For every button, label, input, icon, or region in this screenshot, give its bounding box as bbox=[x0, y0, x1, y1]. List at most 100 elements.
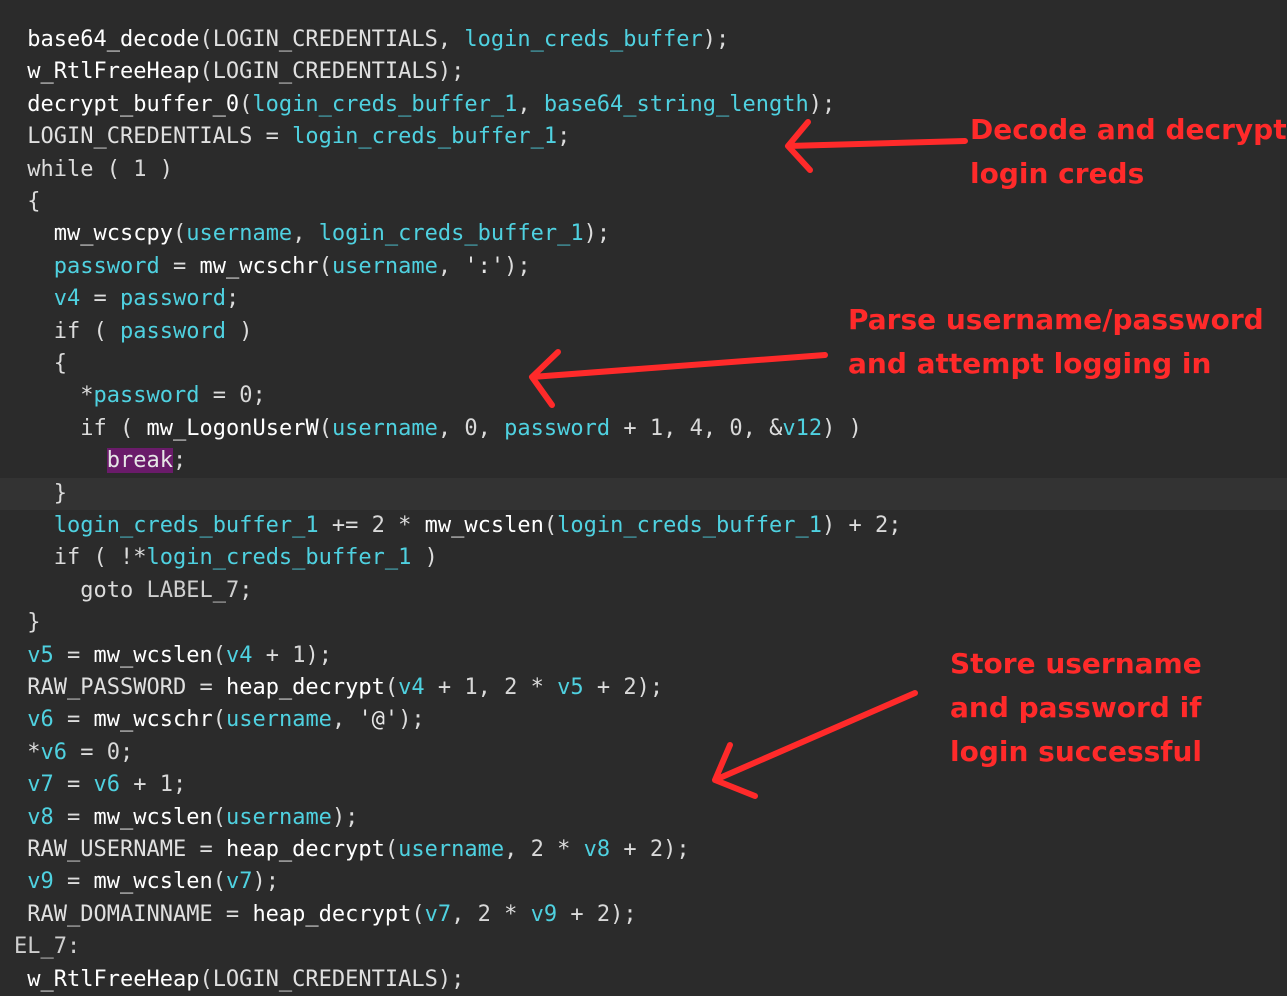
code-line[interactable]: if ( mw_LogonUserW(username, 0, password… bbox=[0, 413, 1287, 445]
code-token: login_creds_buffer_1 bbox=[557, 513, 823, 538]
code-token: } bbox=[27, 610, 41, 636]
code-text: goto LABEL_7; bbox=[80, 575, 252, 607]
code-text: v7 = v6 + 1; bbox=[27, 769, 186, 801]
code-token: += bbox=[318, 513, 372, 538]
code-token: ); bbox=[583, 221, 611, 247]
code-token: if bbox=[53, 318, 81, 344]
code-token: ( bbox=[411, 901, 425, 927]
code-token: ); bbox=[702, 27, 730, 52]
code-token: '@' bbox=[358, 707, 399, 733]
code-line[interactable]: break; bbox=[0, 445, 1287, 477]
code-token: 1 bbox=[133, 156, 147, 182]
code-line[interactable]: *v6 = 0; bbox=[0, 737, 1287, 769]
code-line[interactable]: v9 = mw_wcslen(v7); bbox=[0, 866, 1287, 898]
code-line[interactable]: RAW_USERNAME = heap_decrypt(username, 2 … bbox=[0, 834, 1287, 866]
code-token: ; bbox=[252, 383, 266, 409]
code-text: } bbox=[27, 607, 40, 639]
code-line[interactable]: decrypt_buffer_0(login_creds_buffer_1, b… bbox=[0, 89, 1287, 121]
code-line[interactable]: *password = 0; bbox=[0, 380, 1287, 412]
code-token: username bbox=[186, 221, 293, 247]
code-token: , bbox=[504, 837, 531, 862]
code-token: ( bbox=[384, 837, 399, 862]
code-token: mw_LogonUserW bbox=[146, 415, 319, 441]
code-token: , bbox=[437, 415, 465, 441]
code-token: heap_decrypt bbox=[225, 837, 385, 862]
code-token: RAW_DOMAINNAME bbox=[27, 901, 213, 927]
code-line[interactable]: } bbox=[0, 607, 1287, 639]
code-token: w_RtlFreeHeap bbox=[27, 59, 200, 85]
code-token: login_creds_buffer_1 bbox=[146, 545, 412, 571]
code-token: 1 bbox=[649, 415, 664, 441]
pseudocode-editor[interactable]: base64_decode(LOGIN_CREDENTIALS, login_c… bbox=[0, 0, 1287, 996]
code-line[interactable]: w_RtlFreeHeap(LOGIN_CREDENTIALS); bbox=[0, 56, 1287, 88]
code-line[interactable]: v6 = mw_wcschr(username, '@'); bbox=[0, 704, 1287, 736]
code-text: v4 = password; bbox=[54, 283, 239, 315]
code-line[interactable]: { bbox=[0, 348, 1287, 380]
code-token: ( bbox=[239, 91, 253, 117]
code-text: v6 = mw_wcschr(username, '@'); bbox=[27, 704, 424, 736]
code-line[interactable]: w_RtlFreeHeap(LOGIN_CREDENTIALS); bbox=[0, 964, 1287, 996]
code-token: & bbox=[769, 415, 783, 441]
code-token: username bbox=[225, 707, 332, 733]
code-token: ( bbox=[212, 642, 226, 668]
code-token: , bbox=[477, 675, 505, 700]
code-line[interactable]: v8 = mw_wcslen(username); bbox=[0, 802, 1287, 834]
code-line[interactable]: login_creds_buffer_1 += 2 * mw_wcslen(lo… bbox=[0, 510, 1287, 542]
code-token: ( bbox=[212, 707, 226, 733]
code-line[interactable]: RAW_PASSWORD = heap_decrypt(v4 + 1, 2 * … bbox=[0, 672, 1287, 704]
code-token: ( bbox=[106, 415, 147, 441]
code-token: + bbox=[583, 675, 624, 700]
code-token: ( bbox=[212, 804, 226, 830]
code-line[interactable]: RAW_DOMAINNAME = heap_decrypt(v7, 2 * v9… bbox=[0, 899, 1287, 931]
code-token: * bbox=[490, 901, 531, 927]
code-line[interactable]: v4 = password; bbox=[0, 283, 1287, 315]
code-line[interactable]: mw_wcscpy(username, login_creds_buffer_1… bbox=[0, 218, 1287, 250]
code-token: = bbox=[53, 707, 94, 733]
code-line[interactable]: v5 = mw_wcslen(v4 + 1); bbox=[0, 640, 1287, 672]
code-line[interactable]: EL_7: bbox=[0, 931, 1287, 963]
code-line[interactable]: while ( 1 ) bbox=[0, 154, 1287, 186]
code-token: decrypt_buffer_0 bbox=[27, 91, 240, 117]
code-token: while bbox=[27, 156, 94, 182]
code-token: ( bbox=[318, 415, 332, 441]
code-token: heap_decrypt bbox=[225, 675, 385, 700]
code-line[interactable]: } bbox=[0, 477, 1287, 510]
code-token: ); bbox=[252, 869, 279, 895]
code-token: ); bbox=[305, 642, 332, 668]
code-token: mw_wcslen bbox=[93, 804, 213, 830]
code-text: RAW_USERNAME = heap_decrypt(username, 2 … bbox=[27, 834, 689, 866]
code-token: ); bbox=[504, 253, 531, 279]
code-token: mw_wcscpy bbox=[53, 221, 173, 247]
code-token: * bbox=[27, 739, 41, 765]
code-line[interactable]: if ( password ) bbox=[0, 316, 1287, 348]
code-line[interactable]: password = mw_wcschr(username, ':'); bbox=[0, 251, 1287, 283]
code-token: ; bbox=[120, 739, 134, 765]
code-line[interactable]: if ( !*login_creds_buffer_1 ) bbox=[0, 542, 1287, 574]
code-token: RAW_USERNAME bbox=[27, 837, 187, 862]
code-token: v7 bbox=[225, 869, 253, 895]
code-token: login_creds_buffer_1 bbox=[53, 513, 319, 538]
code-token: 0 bbox=[464, 415, 478, 441]
code-token: mw_wcschr bbox=[93, 707, 213, 733]
code-token: + bbox=[557, 901, 597, 927]
code-text: w_RtlFreeHeap(LOGIN_CREDENTIALS); bbox=[27, 56, 464, 88]
code-line[interactable]: goto LABEL_7; bbox=[0, 575, 1287, 607]
code-token: { bbox=[27, 189, 41, 214]
code-line[interactable]: LOGIN_CREDENTIALS = login_creds_buffer_1… bbox=[0, 121, 1287, 153]
code-token: if bbox=[80, 415, 107, 441]
code-token: ( bbox=[384, 675, 399, 700]
code-token: ( bbox=[212, 869, 226, 895]
code-line[interactable]: base64_decode(LOGIN_CREDENTIALS, login_c… bbox=[0, 24, 1287, 56]
code-line[interactable]: v7 = v6 + 1; bbox=[0, 769, 1287, 801]
code-token: 1 bbox=[292, 642, 306, 668]
code-token: ( bbox=[172, 221, 187, 247]
code-token: ( !* bbox=[80, 545, 147, 571]
code-token: ; bbox=[225, 286, 240, 312]
code-token: 0 bbox=[106, 739, 120, 765]
code-token: v8 bbox=[27, 804, 54, 830]
code-text: if ( mw_LogonUserW(username, 0, password… bbox=[80, 413, 862, 445]
code-line[interactable]: { bbox=[0, 186, 1287, 218]
code-token: 1 bbox=[464, 675, 478, 700]
code-token: 2 bbox=[371, 513, 385, 538]
code-token: v4 bbox=[398, 675, 425, 700]
